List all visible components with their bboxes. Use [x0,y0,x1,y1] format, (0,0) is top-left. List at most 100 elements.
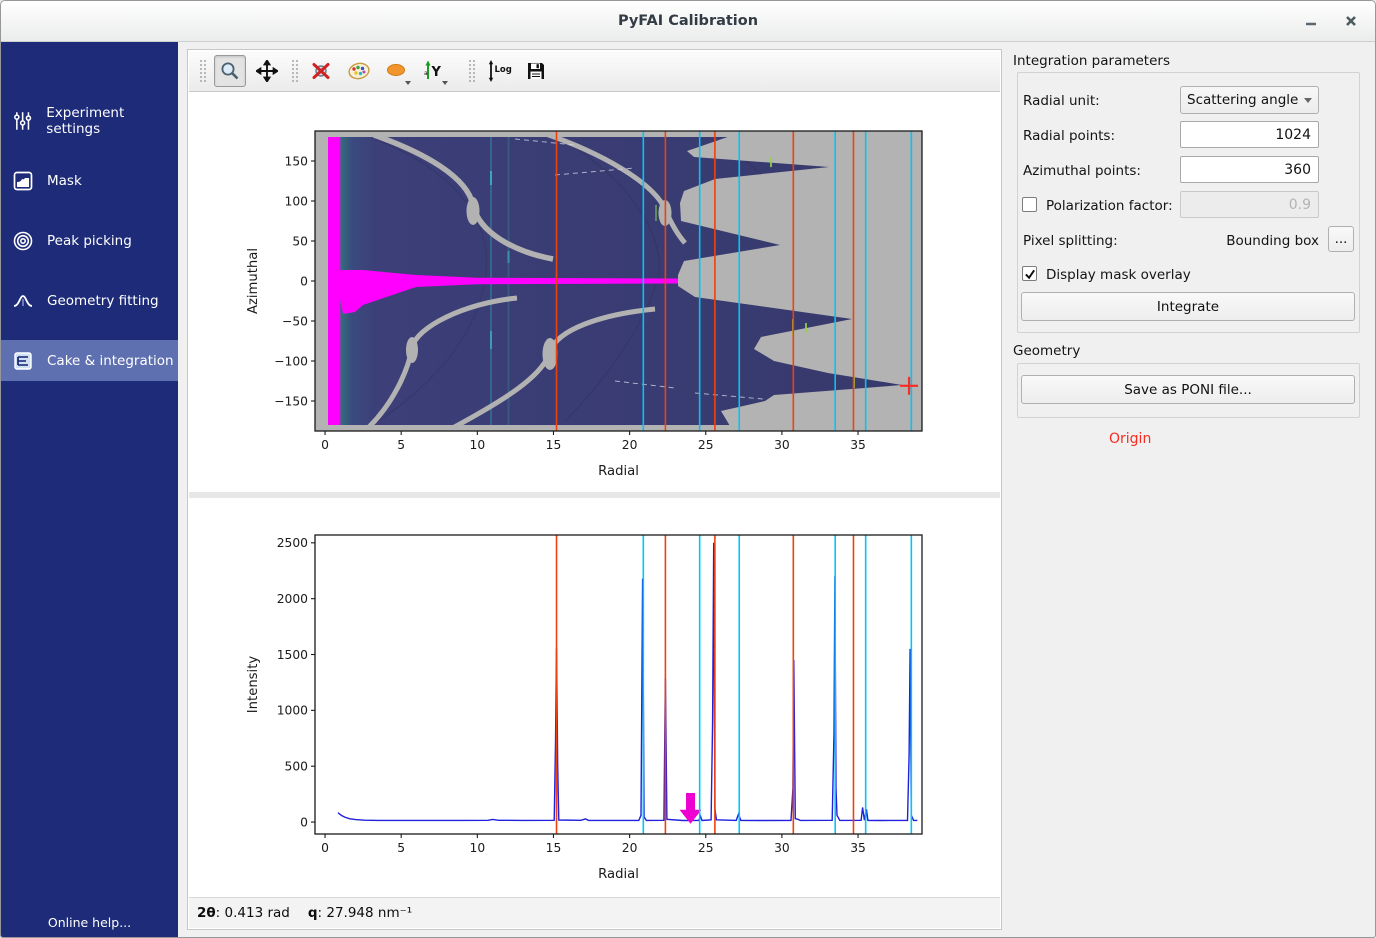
autoscale-y-button[interactable]: a Y [417,55,449,87]
geometry-title: Geometry [1013,343,1080,359]
polarization-checkbox[interactable] [1022,197,1037,212]
pixel-splitting-value: Bounding box [1180,233,1319,249]
window-title: PyFAI Calibration [1,1,1375,41]
plot-toolbar: a Y Log [189,51,1000,92]
zoom-mode-button[interactable] [214,55,246,87]
cake-list-icon [12,350,34,372]
plot-splitter-handle[interactable] [189,492,1000,498]
svg-text:0: 0 [300,815,308,829]
svg-text:25: 25 [698,438,714,452]
polarization-label: Polarization factor: [1046,198,1173,214]
sidebar-item-cake-integration[interactable]: Cake & integration [1,340,178,381]
svg-text:100: 100 [285,194,308,208]
dropdown-caret-icon [405,81,411,85]
red-cross-icon [311,60,333,82]
close-icon [1345,15,1357,27]
peak-curve-icon [12,290,34,312]
save-plot-button[interactable] [520,55,552,87]
radial-unit-label: Radial unit: [1023,93,1100,109]
svg-text:Y: Y [431,65,442,80]
two-theta-label: 2θ [197,905,216,921]
svg-text:−150: −150 [274,394,308,408]
q-label: q [308,905,318,921]
toolbar-grip-handle [468,59,475,83]
save-poni-button[interactable]: Save as PONI file... [1021,375,1355,404]
sidebar-item-label: Peak picking [47,233,132,249]
display-mask-checkbox[interactable] [1022,266,1037,281]
svg-text:20: 20 [622,438,638,452]
svg-text:15: 15 [546,841,562,855]
svg-text:150: 150 [285,154,308,168]
azimuthal-points-field[interactable] [1180,156,1319,183]
svg-text:−50: −50 [282,314,308,328]
log-scale-button[interactable]: Log [483,55,515,87]
svg-text:30: 30 [774,438,790,452]
svg-text:0: 0 [321,438,329,452]
svg-text:a: a [424,70,428,77]
orange-ellipse-icon [385,62,407,80]
concentric-rings-icon [12,230,34,252]
svg-text:2000: 2000 [277,592,308,606]
toolbar-grip-handle [291,59,298,83]
y-autoscale-icon: a Y [421,59,445,83]
svg-text:Log: Log [495,65,512,75]
q-value: : 27.948 nm⁻¹ [318,905,413,921]
radial-unit-select[interactable]: Scattering angle : [1180,86,1319,114]
minimize-button[interactable] [1299,9,1323,33]
sliders-icon [12,110,33,132]
integrate-button[interactable]: Integrate [1021,292,1355,321]
svg-text:15: 15 [546,438,562,452]
svg-text:0: 0 [321,841,329,855]
svg-text:Azimuthal: Azimuthal [246,248,261,314]
close-button[interactable] [1339,9,1363,33]
minimize-icon [1305,15,1317,27]
svg-text:35: 35 [850,841,866,855]
sidebar: Experiment settings Mask Peak picking [1,42,178,937]
svg-text:10: 10 [470,438,486,452]
mask-tool-button[interactable] [380,55,412,87]
toolbar-grip-handle [199,59,206,83]
sidebar-item-label: Mask [47,173,82,189]
sidebar-item-mask[interactable]: Mask [1,160,178,201]
azimuthal-points-label: Azimuthal points: [1023,163,1141,179]
polarization-factor-field [1180,191,1319,218]
svg-text:20: 20 [622,841,638,855]
svg-text:2500: 2500 [277,536,308,550]
cake-plot-canvas[interactable]: 05101520253035−150−100−50050100150Radial… [230,110,1002,492]
svg-text:Radial: Radial [598,867,639,882]
colormap-button[interactable] [343,55,375,87]
svg-text:50: 50 [292,234,308,248]
svg-text:Intensity: Intensity [246,656,261,714]
sidebar-item-label: Geometry fitting [47,293,159,309]
coordinate-status-bar: 2θ : 0.413 rad q : 27.948 nm⁻¹ [189,897,1000,928]
check-icon [1024,268,1036,280]
display-mask-label: Display mask overlay [1046,267,1191,283]
sidebar-item-geometry-fitting[interactable]: Geometry fitting [1,280,178,321]
svg-text:−100: −100 [274,354,308,368]
online-help-link[interactable]: Online help... [1,915,178,930]
dropdown-caret-icon [442,81,448,85]
pixel-splitting-label: Pixel splitting: [1023,233,1118,249]
svg-text:30: 30 [774,841,790,855]
mask-image-icon [12,170,34,192]
reset-zoom-button[interactable] [306,55,338,87]
sidebar-item-experiment-settings[interactable]: Experiment settings [1,100,178,141]
pixel-splitting-options-button[interactable]: ... [1328,226,1354,252]
sidebar-item-peak-picking[interactable]: Peak picking [1,220,178,261]
cake-heatmap-art [315,131,922,431]
svg-text:500: 500 [285,760,308,774]
svg-text:10: 10 [470,841,486,855]
sidebar-item-label: Experiment settings [46,105,178,137]
integration-plot-canvas[interactable]: 0510152025303505001000150020002500Radial… [230,514,1002,904]
svg-text:25: 25 [698,841,714,855]
svg-text:5: 5 [397,841,405,855]
title-bar[interactable]: PyFAI Calibration [1,1,1375,42]
svg-text:0: 0 [300,274,308,288]
svg-text:1500: 1500 [277,648,308,662]
svg-text:35: 35 [850,438,866,452]
pan-mode-button[interactable] [251,55,283,87]
radial-points-field[interactable] [1180,121,1319,148]
svg-text:5: 5 [397,438,405,452]
radial-points-label: Radial points: [1023,128,1115,144]
move-arrows-icon [256,60,278,82]
